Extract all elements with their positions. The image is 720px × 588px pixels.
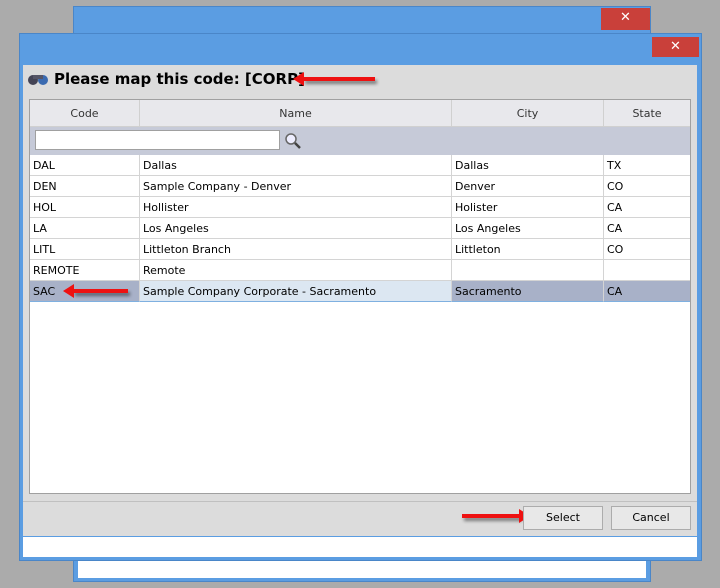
close-icon: ✕ [620,10,631,25]
column-header-code[interactable]: Code [30,100,140,127]
cell-city: Littleton [452,239,604,260]
binoculars-icon [27,72,49,86]
cell-state: TX [604,155,690,176]
cell-city: Denver [452,176,604,197]
cell-code: HOL [30,197,140,218]
search-icon[interactable] [284,132,302,150]
annotation-arrow [63,284,128,298]
table-row[interactable]: SAC Sample Company Corporate - Sacramento… [30,281,690,302]
table-row[interactable]: LITL Littleton Branch Littleton CO [30,239,690,260]
cell-name: Dallas [140,155,452,176]
cell-name: Remote [140,260,452,281]
background-window-panel [78,560,646,578]
cell-state: CA [604,281,690,302]
cell-state: CA [604,197,690,218]
cell-city: Holister [452,197,604,218]
select-button[interactable]: Select [523,506,603,530]
cell-city: Dallas [452,155,604,176]
column-header-state[interactable]: State [604,100,690,127]
dialog-title: Please map this code: [CORP] [54,70,305,88]
cell-code: LA [30,218,140,239]
cell-name: Littleton Branch [140,239,452,260]
status-bar [23,537,697,557]
table-row[interactable]: DAL Dallas Dallas TX [30,155,690,176]
cell-state: CO [604,239,690,260]
cell-city: Sacramento [452,281,604,302]
dialog-close-button[interactable]: ✕ [652,37,699,57]
code-grid: Code Name City State DAL Dallas Dallas TX DE… [29,99,691,494]
cell-state: CO [604,176,690,197]
annotation-arrow [462,509,530,523]
table-row[interactable]: HOL Hollister Holister CA [30,197,690,218]
cell-code: DEN [30,176,140,197]
table-row[interactable]: LA Los Angeles Los Angeles CA [30,218,690,239]
annotation-arrow [293,72,375,86]
cell-state [604,260,690,281]
cell-city [452,260,604,281]
cell-code: LITL [30,239,140,260]
close-icon: ✕ [670,39,681,54]
cell-code: REMOTE [30,260,140,281]
background-close-button[interactable]: ✕ [601,8,650,30]
column-header-name[interactable]: Name [140,100,452,127]
search-input[interactable] [35,130,280,150]
column-header-city[interactable]: City [452,100,604,127]
cell-code: DAL [30,155,140,176]
cell-state: CA [604,218,690,239]
cell-name: Sample Company - Denver [140,176,452,197]
filter-row [30,127,690,155]
cell-name: Los Angeles [140,218,452,239]
table-row[interactable]: DEN Sample Company - Denver Denver CO [30,176,690,197]
table-row[interactable]: REMOTE Remote [30,260,690,281]
cell-name: Sample Company Corporate - Sacramento [140,281,452,302]
cancel-button[interactable]: Cancel [611,506,691,530]
cell-name: Hollister [140,197,452,218]
cell-city: Los Angeles [452,218,604,239]
